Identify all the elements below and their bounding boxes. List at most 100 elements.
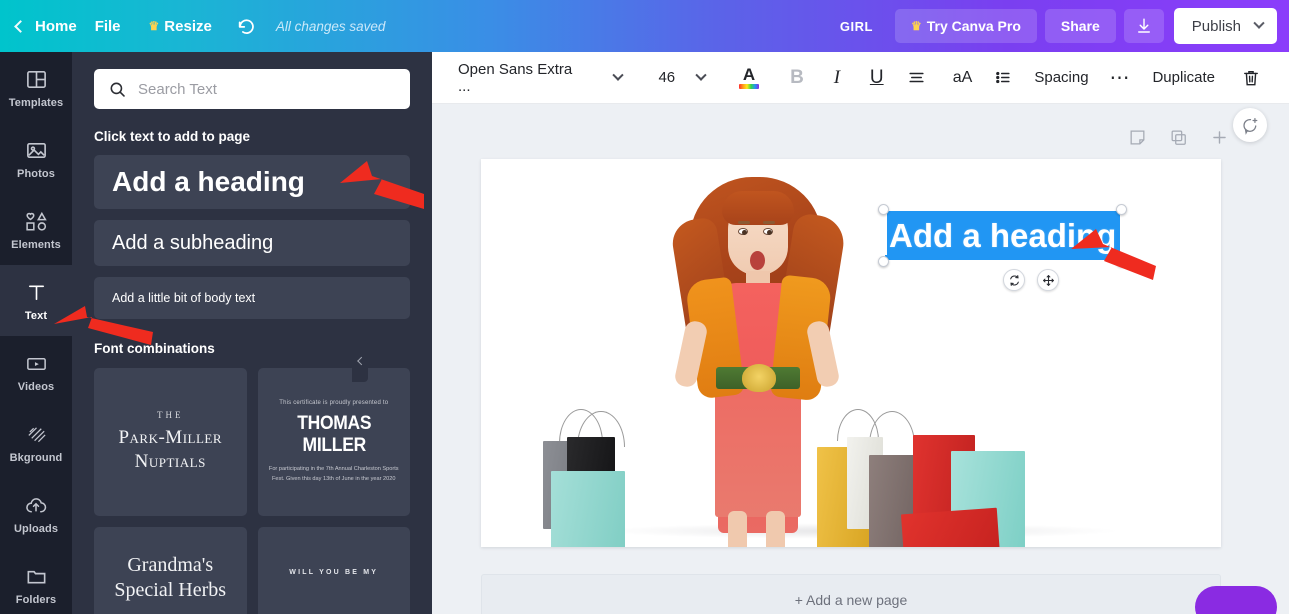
publish-button[interactable]: Publish: [1173, 8, 1277, 44]
chevron-down-icon: [695, 69, 707, 81]
combo-bottom-text-2: Fest. Given this day 13th of June in the…: [272, 475, 396, 482]
home-button[interactable]: Home: [0, 0, 81, 52]
font-combination-card[interactable]: Grandma's Special Herbs: [94, 527, 247, 614]
collapse-panel-button[interactable]: [352, 340, 368, 382]
more-horizontal-icon: ⋯: [1109, 66, 1132, 89]
text-color-icon: B A: [739, 66, 760, 89]
top-bar-right: GIRL ♛ Try Canva Pro Share Publish: [826, 0, 1289, 52]
text-case-button[interactable]: aA: [943, 58, 983, 98]
sidebar-item-background[interactable]: Bkground: [0, 407, 72, 478]
font-combination-card[interactable]: This certificate is proudly presented to…: [257, 368, 410, 516]
plus-icon[interactable]: [1210, 128, 1229, 152]
try-pro-label: Try Canva Pro: [926, 18, 1021, 34]
more-options-button[interactable]: ⋯: [1101, 58, 1141, 98]
selected-text-content[interactable]: Add a heading: [885, 211, 1121, 261]
text-toolbar: Open Sans Extra ... 46 B A B I U: [432, 52, 1289, 104]
notes-icon[interactable]: [1128, 128, 1147, 152]
sidebar-label: Uploads: [13, 523, 59, 535]
combo-line-2: Park-Miller: [118, 426, 223, 448]
sidebar-label: Bkground: [9, 452, 63, 464]
resize-handle-top-left[interactable]: [878, 204, 889, 215]
color-swatch-bar: [739, 84, 760, 89]
photos-icon: [25, 137, 48, 163]
rotate-button[interactable]: [1003, 269, 1025, 291]
undo-button[interactable]: [226, 0, 268, 52]
templates-icon: [25, 66, 48, 92]
combo-line-3: Nuptials: [134, 451, 206, 472]
delete-button[interactable]: [1231, 58, 1271, 98]
sidebar-item-folders[interactable]: Folders: [0, 549, 72, 614]
home-label: Home: [35, 17, 77, 35]
search-container: Search Text: [72, 52, 432, 109]
design-page[interactable]: Add a heading: [481, 159, 1221, 547]
align-button[interactable]: [897, 58, 937, 98]
text-caret: [885, 213, 887, 255]
bold-button[interactable]: B: [777, 58, 817, 98]
font-size-value: 46: [658, 69, 676, 86]
zoom-controls[interactable]: [1095, 598, 1185, 614]
add-subheading-button[interactable]: Add a subheading: [94, 220, 410, 266]
page-tools: [1128, 128, 1229, 152]
toolbar-right-group: Duplicate: [1140, 58, 1271, 98]
chevron-down-icon: [1253, 17, 1265, 29]
chevron-left-icon: [357, 356, 366, 366]
rotate-icon: [1009, 274, 1019, 286]
sidebar-item-photos[interactable]: Photos: [0, 123, 72, 194]
videos-icon: [25, 350, 48, 376]
file-menu[interactable]: File: [81, 0, 135, 52]
font-combinations-grid: THE Park-Miller Nuptials This certificat…: [72, 356, 432, 614]
sidebar-item-elements[interactable]: Elements: [0, 194, 72, 265]
sidebar-item-templates[interactable]: Templates: [0, 52, 72, 123]
font-combination-card[interactable]: THE Park-Miller Nuptials: [94, 368, 247, 516]
sidebar-item-uploads[interactable]: Uploads: [0, 478, 72, 549]
spacing-button[interactable]: Spacing: [1022, 58, 1100, 98]
sidebar-label: Elements: [11, 239, 61, 251]
add-heading-button[interactable]: Add a heading: [94, 155, 410, 209]
underline-icon: U: [869, 66, 884, 88]
text-icon: [25, 279, 48, 305]
combo-name-text: THOMAS MILLER: [296, 412, 371, 456]
italic-icon: I: [833, 66, 841, 88]
sidebar-label: Photos: [17, 168, 55, 180]
list-button[interactable]: [982, 58, 1022, 98]
download-button[interactable]: [1123, 9, 1164, 43]
combo-top-text: WILL YOU BE MY: [289, 569, 379, 576]
element-controls: [1003, 269, 1059, 291]
help-button[interactable]: [1195, 586, 1277, 614]
duplicate-button[interactable]: Duplicate: [1140, 58, 1227, 98]
combo-line-1: THE: [157, 409, 184, 420]
move-button[interactable]: [1037, 269, 1059, 291]
search-input[interactable]: Search Text: [94, 69, 410, 109]
bold-icon: B: [790, 66, 804, 88]
text-color-button[interactable]: B A: [729, 58, 769, 98]
combo-bottom-text-1: For participating in the 7th Annual Char…: [268, 465, 399, 472]
folders-icon: [25, 563, 48, 589]
panel-section-title: Click text to add to page: [94, 129, 251, 144]
sidebar-label: Videos: [17, 381, 55, 393]
sidebar-label: Folders: [15, 594, 57, 606]
add-body-text-button[interactable]: Add a little bit of body text: [94, 277, 410, 319]
sidebar-item-videos[interactable]: Videos: [0, 336, 72, 407]
align-left-icon: [909, 72, 924, 83]
underline-button[interactable]: U: [857, 58, 897, 98]
text-panel: Search Text Click text to add to page Ad…: [72, 52, 432, 614]
canva-editor: Home File ♛ Resize All changes saved GIR…: [0, 0, 1289, 614]
uploads-icon: [24, 492, 48, 518]
crown-icon: ♛: [910, 19, 922, 33]
share-button[interactable]: Share: [1044, 9, 1116, 43]
font-family-select[interactable]: Open Sans Extra ...: [450, 61, 630, 95]
font-size-select[interactable]: 46: [650, 69, 713, 86]
selected-text-element[interactable]: Add a heading: [878, 204, 1128, 291]
top-bar-left: Home File ♛ Resize All changes saved: [0, 0, 385, 52]
sidebar-item-text[interactable]: Text: [0, 265, 72, 336]
try-canva-pro-button[interactable]: ♛ Try Canva Pro: [894, 9, 1037, 43]
sidebar-label: Text: [24, 310, 48, 322]
resize-button[interactable]: ♛ Resize: [135, 0, 226, 52]
italic-button[interactable]: I: [817, 58, 857, 98]
font-combination-card[interactable]: WILL YOU BE MY: [257, 527, 410, 614]
canvas-area: Add a heading + Add a new page: [432, 104, 1289, 614]
duplicate-page-icon[interactable]: [1169, 128, 1188, 152]
woman-figure: [666, 171, 848, 547]
add-comment-button[interactable]: [1233, 108, 1267, 142]
account-name[interactable]: GIRL: [826, 19, 887, 34]
